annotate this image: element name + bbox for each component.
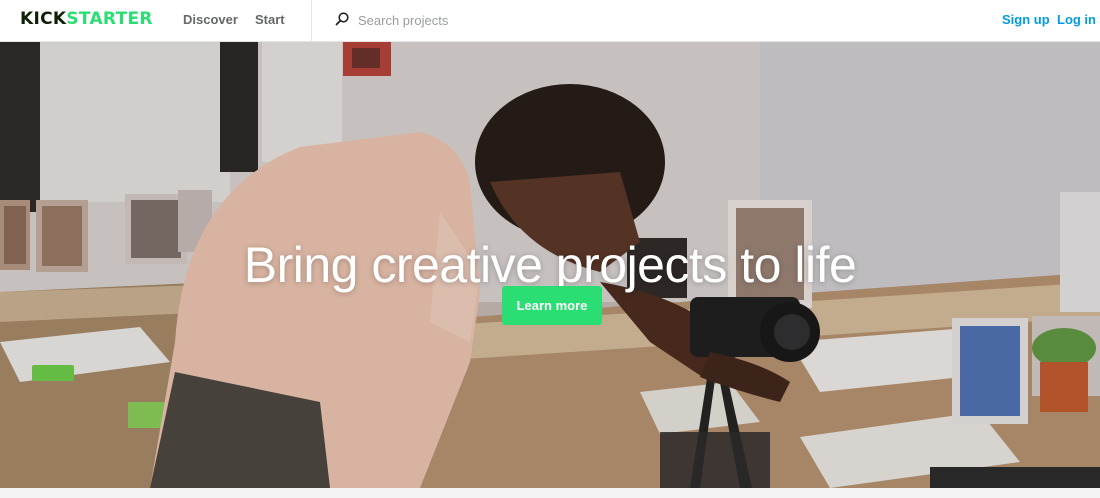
hero-banner: Bring creative projects to life Learn mo… [0,42,1100,488]
nav-start-link[interactable]: Start [255,12,285,28]
search-input[interactable] [358,9,618,31]
logo-kick-text: KICK [20,9,67,29]
sign-up-link[interactable]: Sign up [1002,12,1050,28]
top-navigation-bar: KICKSTARTER Discover Start Sign up Log i… [0,0,1100,42]
search-icon[interactable] [334,11,350,27]
learn-more-button[interactable]: Learn more [502,286,602,325]
log-in-link[interactable]: Log in [1057,12,1096,28]
header-divider [311,0,312,42]
page-bottom-strip [0,488,1100,498]
logo-starter-text: STARTER [66,9,153,29]
nav-discover-link[interactable]: Discover [183,12,238,28]
hero-title: Bring creative projects to life [243,236,857,293]
kickstarter-logo[interactable]: KICKSTARTER [20,10,153,28]
